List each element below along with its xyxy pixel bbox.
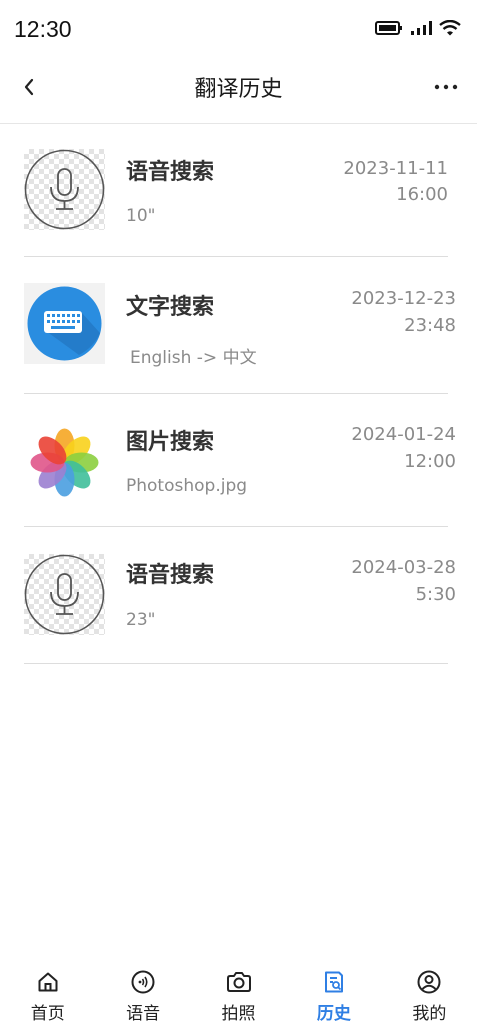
- keyboard-icon: [27, 286, 102, 361]
- profile-icon: [416, 969, 442, 995]
- history-icon: [321, 969, 347, 995]
- signal-icon: [410, 20, 432, 40]
- image-thumbnail: [24, 422, 105, 503]
- item-title: 语音搜索: [126, 160, 215, 185]
- status-bar: 12:30: [0, 0, 477, 58]
- more-button[interactable]: [429, 72, 463, 102]
- microphone-icon: [24, 149, 105, 230]
- wifi-icon: [439, 19, 461, 40]
- page-title: 翻译历史: [194, 77, 283, 102]
- tab-label: 首页: [30, 1004, 65, 1024]
- battery-icon: [375, 20, 403, 40]
- history-item[interactable]: 图片搜索 Photoshop.jpg 2024-01-24 12:00: [24, 394, 456, 527]
- item-subtitle: 23": [126, 610, 156, 630]
- tab-profile[interactable]: 我的: [382, 963, 477, 1035]
- item-time: 23:48: [404, 315, 456, 336]
- status-time: 12:30: [14, 16, 72, 42]
- microphone-icon: [24, 554, 105, 635]
- history-item[interactable]: 语音搜索 23" 2024-03-28 5:30: [24, 527, 456, 664]
- tab-label: 历史: [316, 1004, 351, 1024]
- voice-thumbnail: [24, 554, 105, 635]
- item-date: 2024-01-24: [351, 424, 456, 445]
- voice-thumbnail: [24, 149, 105, 230]
- status-icons: [375, 19, 461, 40]
- item-time: 16:00: [396, 184, 448, 205]
- tab-home[interactable]: 首页: [0, 963, 95, 1035]
- tab-label: 我的: [412, 1004, 447, 1024]
- item-title: 图片搜索: [126, 430, 215, 455]
- history-list: 语音搜索 10" 2023-11-11 16:00 文字搜索 English -…: [24, 124, 456, 664]
- item-time: 5:30: [415, 584, 456, 605]
- item-title: 文字搜索: [126, 295, 215, 320]
- item-title: 语音搜索: [126, 563, 215, 588]
- home-icon: [35, 969, 61, 995]
- nav-bar: 翻译历史: [0, 58, 477, 124]
- tab-voice[interactable]: 语音: [95, 963, 190, 1035]
- item-date: 2023-12-23: [351, 288, 456, 309]
- voice-icon: [130, 969, 156, 995]
- camera-icon: [226, 969, 252, 995]
- text-thumbnail: [24, 283, 105, 364]
- item-date: 2024-03-28: [351, 557, 456, 578]
- item-subtitle: 10": [126, 206, 156, 226]
- item-date: 2023-11-11: [343, 158, 448, 179]
- tab-label: 语音: [126, 1004, 161, 1024]
- photos-icon: [30, 428, 99, 497]
- item-subtitle: English -> 中文: [130, 348, 257, 368]
- tab-camera[interactable]: 拍照: [191, 963, 286, 1035]
- history-item[interactable]: 语音搜索 10" 2023-11-11 16:00: [24, 124, 448, 257]
- tab-bar: 首页 语音 拍照 历史 我的: [0, 963, 477, 1035]
- history-item[interactable]: 文字搜索 English -> 中文 2023-12-23 23:48: [24, 257, 456, 394]
- tab-label: 拍照: [221, 1004, 256, 1024]
- item-subtitle: Photoshop.jpg: [126, 476, 248, 496]
- item-time: 12:00: [404, 451, 456, 472]
- more-horizontal-icon: [434, 84, 458, 90]
- tab-history[interactable]: 历史: [286, 963, 381, 1035]
